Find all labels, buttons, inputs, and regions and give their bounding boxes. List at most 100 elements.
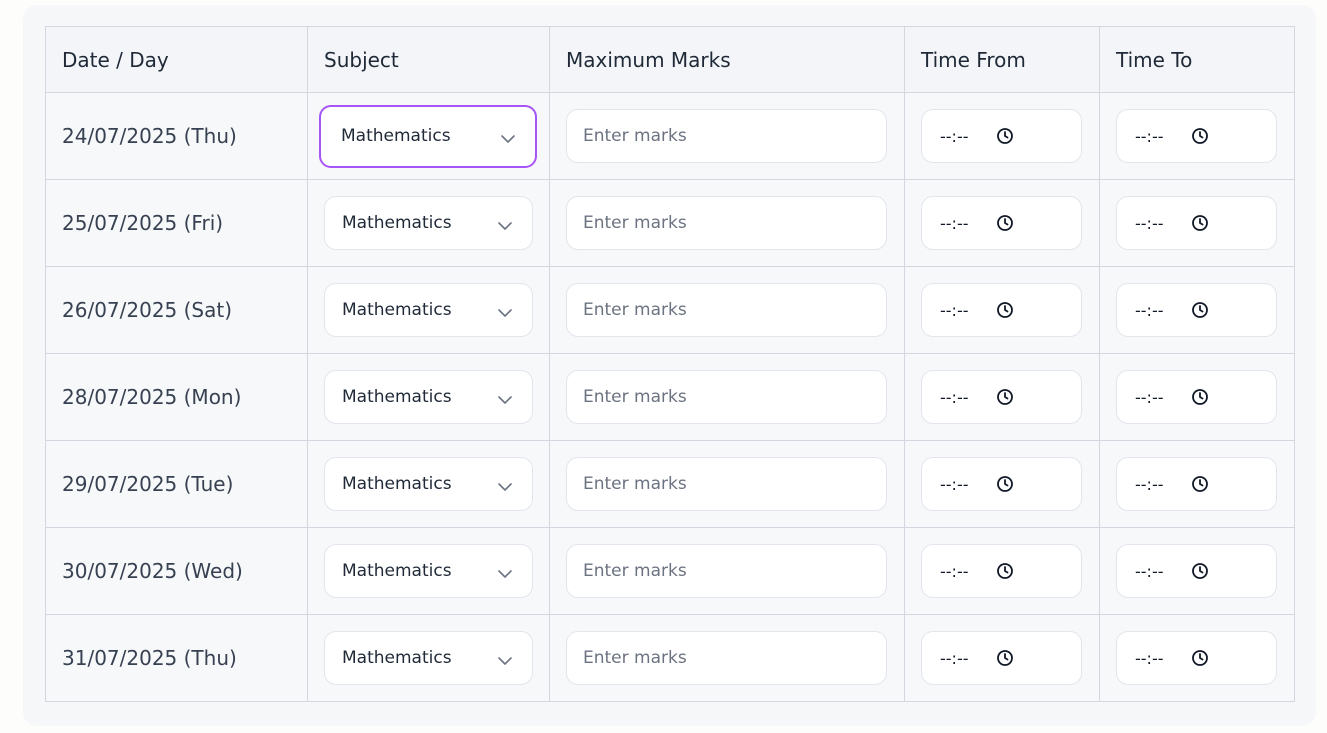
time-from-cell: --:-- — [904, 614, 1100, 702]
subject-select[interactable]: Mathematics — [324, 283, 533, 337]
maximum-marks-input[interactable] — [566, 631, 887, 685]
time-from-value: --:-- — [940, 300, 969, 320]
clock-icon[interactable] — [996, 562, 1014, 580]
subject-cell: Mathematics — [307, 614, 550, 702]
time-from-value: --:-- — [940, 126, 969, 146]
time-from-value: --:-- — [940, 648, 969, 668]
time-to-cell: --:-- — [1099, 353, 1295, 441]
time-from-cell: --:-- — [904, 266, 1100, 354]
clock-icon[interactable] — [1191, 562, 1209, 580]
table-header-row: Date / Day Subject Maximum Marks Time Fr… — [45, 26, 1295, 93]
time-to-cell: --:-- — [1099, 179, 1295, 267]
marks-cell — [549, 614, 905, 702]
subject-cell: Mathematics — [307, 527, 550, 615]
time-to-input[interactable]: --:-- — [1116, 283, 1277, 337]
subject-select[interactable]: Mathematics — [324, 544, 533, 598]
header-time-from: Time From — [904, 26, 1100, 93]
clock-icon[interactable] — [996, 649, 1014, 667]
clock-icon[interactable] — [1191, 214, 1209, 232]
clock-icon[interactable] — [996, 301, 1014, 319]
marks-cell — [549, 266, 905, 354]
subject-select-value: Mathematics — [342, 561, 452, 581]
clock-icon[interactable] — [1191, 301, 1209, 319]
time-to-input[interactable]: --:-- — [1116, 109, 1277, 163]
subject-cell: Mathematics — [307, 179, 550, 267]
date-day-cell: 31/07/2025 (Thu) — [45, 614, 308, 702]
time-from-cell: --:-- — [904, 440, 1100, 528]
time-from-input[interactable]: --:-- — [921, 109, 1082, 163]
time-to-input[interactable]: --:-- — [1116, 544, 1277, 598]
maximum-marks-input[interactable] — [566, 370, 887, 424]
maximum-marks-input[interactable] — [566, 283, 887, 337]
chevron-down-icon — [498, 565, 512, 578]
subject-cell: Mathematics — [307, 92, 550, 180]
table-row: 24/07/2025 (Thu) Mathematics --:-- --:-- — [45, 92, 1295, 180]
time-to-cell: --:-- — [1099, 527, 1295, 615]
marks-cell — [549, 353, 905, 441]
subject-select[interactable]: Mathematics — [324, 196, 533, 250]
chevron-down-icon — [498, 652, 512, 665]
subject-select[interactable]: Mathematics — [324, 370, 533, 424]
subject-cell: Mathematics — [307, 266, 550, 354]
clock-icon[interactable] — [996, 475, 1014, 493]
time-from-value: --:-- — [940, 387, 969, 407]
time-to-input[interactable]: --:-- — [1116, 370, 1277, 424]
chevron-down-icon — [498, 304, 512, 317]
subject-select-value: Mathematics — [342, 387, 452, 407]
time-from-input[interactable]: --:-- — [921, 196, 1082, 250]
subject-select[interactable]: Mathematics — [324, 457, 533, 511]
header-subject: Subject — [307, 26, 550, 93]
time-from-cell: --:-- — [904, 179, 1100, 267]
time-to-input[interactable]: --:-- — [1116, 457, 1277, 511]
clock-icon[interactable] — [996, 388, 1014, 406]
clock-icon[interactable] — [1191, 388, 1209, 406]
time-to-input[interactable]: --:-- — [1116, 631, 1277, 685]
date-day-cell: 30/07/2025 (Wed) — [45, 527, 308, 615]
subject-select-value: Mathematics — [342, 213, 452, 233]
date-day-cell: 29/07/2025 (Tue) — [45, 440, 308, 528]
time-to-value: --:-- — [1135, 213, 1164, 233]
time-from-input[interactable]: --:-- — [921, 631, 1082, 685]
header-date-day: Date / Day — [45, 26, 308, 93]
maximum-marks-input[interactable] — [566, 196, 887, 250]
clock-icon[interactable] — [996, 214, 1014, 232]
date-day-cell: 26/07/2025 (Sat) — [45, 266, 308, 354]
time-to-input[interactable]: --:-- — [1116, 196, 1277, 250]
subject-select-value: Mathematics — [341, 126, 451, 146]
clock-icon[interactable] — [996, 127, 1014, 145]
time-from-input[interactable]: --:-- — [921, 544, 1082, 598]
date-day-cell: 25/07/2025 (Fri) — [45, 179, 308, 267]
subject-cell: Mathematics — [307, 440, 550, 528]
time-from-value: --:-- — [940, 213, 969, 233]
chevron-down-icon — [498, 391, 512, 404]
clock-icon[interactable] — [1191, 649, 1209, 667]
date-day-cell: 28/07/2025 (Mon) — [45, 353, 308, 441]
time-to-cell: --:-- — [1099, 614, 1295, 702]
time-to-cell: --:-- — [1099, 92, 1295, 180]
maximum-marks-input[interactable] — [566, 457, 887, 511]
time-to-value: --:-- — [1135, 126, 1164, 146]
marks-cell — [549, 179, 905, 267]
time-from-input[interactable]: --:-- — [921, 370, 1082, 424]
maximum-marks-input[interactable] — [566, 544, 887, 598]
time-from-cell: --:-- — [904, 527, 1100, 615]
time-to-value: --:-- — [1135, 474, 1164, 494]
time-to-value: --:-- — [1135, 300, 1164, 320]
clock-icon[interactable] — [1191, 127, 1209, 145]
time-to-value: --:-- — [1135, 387, 1164, 407]
time-from-cell: --:-- — [904, 92, 1100, 180]
table-row: 25/07/2025 (Fri) Mathematics --:-- --:-- — [45, 179, 1295, 267]
exam-schedule-table: Date / Day Subject Maximum Marks Time Fr… — [45, 26, 1295, 702]
marks-cell — [549, 527, 905, 615]
subject-select[interactable]: Mathematics — [319, 104, 537, 168]
subject-select-value: Mathematics — [342, 474, 452, 494]
chevron-down-icon — [498, 217, 512, 230]
maximum-marks-input[interactable] — [566, 109, 887, 163]
time-from-input[interactable]: --:-- — [921, 457, 1082, 511]
header-time-to: Time To — [1099, 26, 1295, 93]
time-from-input[interactable]: --:-- — [921, 283, 1082, 337]
table-row: 29/07/2025 (Tue) Mathematics --:-- --:-- — [45, 440, 1295, 528]
clock-icon[interactable] — [1191, 475, 1209, 493]
subject-select[interactable]: Mathematics — [324, 631, 533, 685]
chevron-down-icon — [498, 478, 512, 491]
